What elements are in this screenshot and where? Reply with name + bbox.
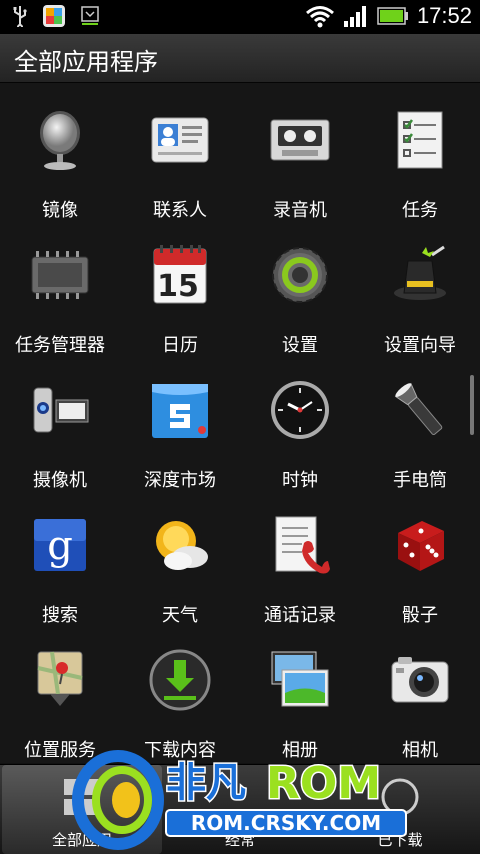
gallery-icon [271, 651, 329, 707]
wifi-icon [305, 6, 334, 28]
app-setup-wizard[interactable]: 设置向导 [360, 243, 480, 356]
watermark-brand: 非凡 [166, 760, 246, 806]
calendar-day: 15 [157, 269, 199, 304]
location-icon [37, 651, 83, 706]
camera-icon [391, 657, 449, 703]
app-clock[interactable]: 时钟 [240, 378, 360, 491]
setup-wizard-icon [394, 245, 446, 300]
app-label: 设置 [282, 335, 318, 356]
app-label: 摄像机 [33, 470, 87, 491]
usb-icon [13, 6, 27, 27]
crsky-rom-watermark: 非凡 ROM ROM.CRSKY.COM [72, 750, 407, 850]
app-label: 深度市场 [144, 470, 216, 491]
color-app-icon [43, 5, 65, 27]
app-recorder[interactable]: 录音机 [240, 108, 360, 221]
app-label: 骰子 [402, 605, 438, 626]
battery-icon [377, 7, 408, 25]
app-label: 镜像 [42, 200, 78, 221]
app-label: 搜索 [42, 605, 78, 626]
dice-icon [398, 521, 444, 571]
camcorder-icon [33, 387, 89, 433]
task-manager-icon [31, 251, 89, 299]
settings-icon [272, 247, 328, 303]
call-log-icon [275, 516, 330, 574]
weather-icon [156, 521, 208, 570]
title-bar: 全部应用程序 [0, 34, 480, 83]
clock-icon [271, 381, 329, 439]
status-bar[interactable]: 17:52 [0, 0, 480, 34]
app-weather[interactable]: 天气 [120, 513, 240, 626]
search-glyph: g [47, 523, 73, 569]
mirror-icon [40, 111, 80, 170]
recorder-icon [270, 119, 330, 161]
app-contacts[interactable]: 联系人 [120, 108, 240, 221]
app-market[interactable]: 深度市场 [120, 378, 240, 491]
downloads-icon [149, 649, 211, 711]
app-label: 设置向导 [384, 335, 456, 356]
contacts-icon [151, 117, 209, 163]
app-calendar[interactable]: 15 日历 [120, 243, 240, 356]
search-icon: g [34, 519, 86, 571]
app-label: 时钟 [282, 470, 318, 491]
calendar-icon: 15 [153, 245, 207, 304]
download-notification-icon [81, 6, 99, 25]
page-title: 全部应用程序 [14, 48, 158, 76]
app-label: 手电筒 [393, 470, 447, 491]
app-mirror[interactable]: 镜像 [0, 108, 120, 221]
app-label: 联系人 [153, 200, 207, 221]
app-flashlight[interactable]: 手电筒 [360, 378, 480, 491]
app-label: 任务管理器 [15, 335, 105, 356]
watermark-rom: ROM [266, 758, 381, 809]
app-search[interactable]: g 搜索 [0, 513, 120, 626]
app-grid[interactable]: 镜像 联系人 录音机 任务 任务管理器 15 日历 设置 设置向导 摄像机 深度… [0, 83, 480, 763]
app-label: 天气 [162, 605, 198, 626]
signal-icon [343, 6, 366, 27]
flashlight-icon [394, 382, 443, 435]
app-camcorder[interactable]: 摄像机 [0, 378, 120, 491]
scrollbar[interactable] [470, 375, 474, 435]
app-tasks[interactable]: 任务 [360, 108, 480, 221]
watermark-url: ROM.CRSKY.COM [191, 811, 381, 835]
clock-time: 17:52 [416, 3, 472, 28]
app-call-log[interactable]: 通话记录 [240, 513, 360, 626]
tasks-icon [397, 111, 443, 169]
app-label: 任务 [402, 200, 438, 221]
app-settings[interactable]: 设置 [240, 243, 360, 356]
app-label: 日历 [162, 335, 198, 356]
app-label: 录音机 [273, 200, 327, 221]
app-task-manager[interactable]: 任务管理器 [0, 243, 120, 356]
app-dice[interactable]: 骰子 [360, 513, 480, 626]
market-icon [152, 384, 208, 438]
app-label: 通话记录 [264, 605, 336, 626]
